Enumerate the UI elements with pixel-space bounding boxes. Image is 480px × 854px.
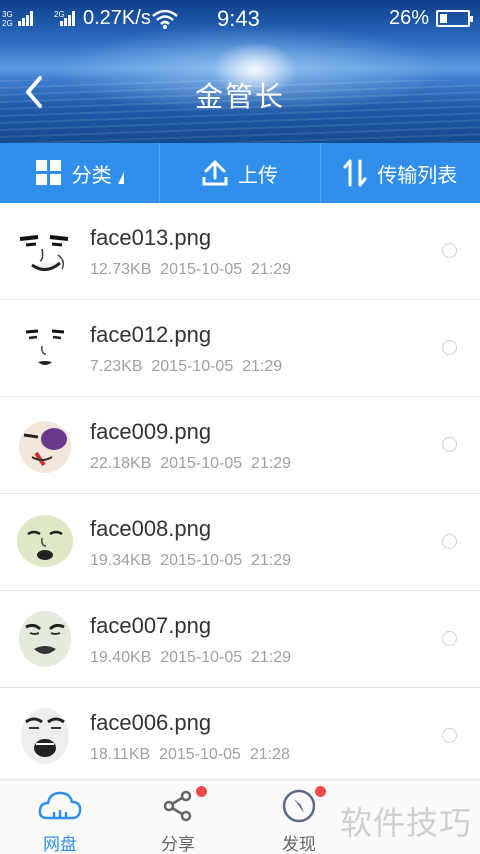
file-size: 19.40KB — [90, 649, 152, 666]
file-row[interactable]: face006.png 18.11KB 2015-10-05 21:28 — [0, 688, 480, 785]
upload-button[interactable]: 上传 — [159, 143, 319, 203]
file-date: 2015-10-05 — [160, 261, 243, 278]
notification-badge — [315, 786, 326, 797]
net-label-bottom: 2G — [2, 19, 13, 28]
network-speed: 0.27K/s — [83, 7, 151, 29]
file-time: 21:29 — [242, 358, 283, 375]
transfer-list-button[interactable]: 传输列表 — [319, 143, 480, 203]
file-meta: 22.18KB 2015-10-05 21:29 — [90, 455, 291, 473]
file-name: face013.png — [90, 225, 212, 250]
file-size: 12.73KB — [90, 261, 152, 278]
file-date: 2015-10-05 — [159, 746, 241, 763]
battery-percent: 26% — [389, 7, 430, 29]
file-time: 21:29 — [251, 455, 292, 472]
file-name: face006.png — [90, 710, 212, 735]
file-row[interactable]: face012.png 7.23KB 2015-10-05 21:29 — [0, 300, 480, 397]
file-meta: 12.73KB 2015-10-05 21:29 — [90, 261, 291, 279]
face-thumbnail — [25, 329, 65, 365]
status-bar: 3G 2G 2G 0.27K/s 9:43 26% — [0, 0, 480, 38]
nav-discover[interactable]: 发现 — [249, 780, 349, 854]
file-meta: 19.34KB 2015-10-05 21:29 — [90, 552, 291, 570]
upload-icon — [202, 160, 228, 186]
file-size: 19.34KB — [90, 552, 152, 569]
signal-icon-2 — [60, 10, 78, 26]
file-size: 7.23KB — [90, 358, 143, 375]
upload-label: 上传 — [237, 162, 278, 187]
nav-netdisk-label: 网盘 — [43, 835, 77, 854]
file-time: 21:28 — [249, 746, 290, 763]
battery-icon — [436, 10, 473, 27]
file-meta: 19.40KB 2015-10-05 21:29 — [90, 649, 291, 667]
transfer-list-label: 传输列表 — [377, 162, 458, 187]
face-thumbnail — [19, 611, 71, 667]
file-date: 2015-10-05 — [151, 358, 234, 375]
file-time: 21:29 — [251, 649, 292, 666]
file-row[interactable]: face009.png 22.18KB 2015-10-05 21:29 — [0, 397, 480, 494]
file-name: face008.png — [90, 516, 212, 541]
action-toolbar: 分类 上传 传输列表 — [0, 143, 480, 203]
file-time: 21:29 — [251, 552, 292, 569]
select-radio[interactable] — [442, 340, 457, 355]
nav-netdisk[interactable]: 网盘 — [10, 780, 110, 854]
file-date: 2015-10-05 — [160, 455, 243, 472]
clock: 9:43 — [217, 6, 260, 31]
select-radio[interactable] — [442, 243, 457, 258]
file-date: 2015-10-05 — [160, 552, 243, 569]
file-name: face007.png — [90, 613, 212, 638]
dropdown-triangle-icon — [117, 172, 124, 184]
select-radio[interactable] — [442, 728, 457, 743]
file-size: 22.18KB — [90, 455, 152, 472]
file-time: 21:29 — [251, 261, 292, 278]
signal-icon — [18, 10, 36, 26]
grid-icon — [35, 160, 61, 185]
face-thumbnail — [21, 708, 69, 764]
file-list: face013.png 12.73KB 2015-10-05 21:29 fac… — [0, 203, 480, 785]
file-row[interactable]: face007.png 19.40KB 2015-10-05 21:29 — [0, 591, 480, 688]
face-thumbnail — [17, 515, 73, 567]
file-size: 18.11KB — [90, 746, 151, 763]
nav-share-label: 分享 — [161, 835, 195, 854]
compass-icon — [282, 789, 316, 823]
face-thumbnail — [19, 421, 71, 473]
select-radio[interactable] — [442, 631, 457, 646]
watermark-text: 软件技巧 — [340, 804, 473, 842]
page-title: 金管长 — [194, 80, 285, 113]
nav-share[interactable]: 分享 — [128, 780, 228, 854]
category-button[interactable]: 分类 — [0, 143, 159, 203]
category-label: 分类 — [71, 162, 112, 187]
select-radio[interactable] — [442, 437, 457, 452]
face-thumbnail — [19, 235, 69, 271]
net-label-top: 3G — [2, 10, 13, 19]
file-date: 2015-10-05 — [160, 649, 243, 666]
nav-discover-label: 发现 — [282, 835, 316, 854]
file-row[interactable]: face013.png 12.73KB 2015-10-05 21:29 — [0, 203, 480, 300]
notification-badge — [196, 786, 207, 797]
file-row[interactable]: face008.png 19.34KB 2015-10-05 21:29 — [0, 494, 480, 591]
cloud-icon — [38, 791, 82, 820]
select-radio[interactable] — [442, 534, 457, 549]
file-name: face012.png — [90, 322, 212, 347]
network-type: 3G 2G — [2, 10, 13, 28]
file-name: face009.png — [90, 419, 212, 444]
file-meta: 7.23KB 2015-10-05 21:29 — [90, 358, 282, 376]
transfer-arrows-icon — [343, 159, 367, 187]
file-meta: 18.11KB 2015-10-05 21:28 — [90, 746, 290, 764]
wifi-icon — [152, 9, 178, 29]
header-banner: 3G 2G 2G 0.27K/s 9:43 26% 金管长 — [0, 0, 480, 143]
share-icon — [163, 790, 192, 822]
